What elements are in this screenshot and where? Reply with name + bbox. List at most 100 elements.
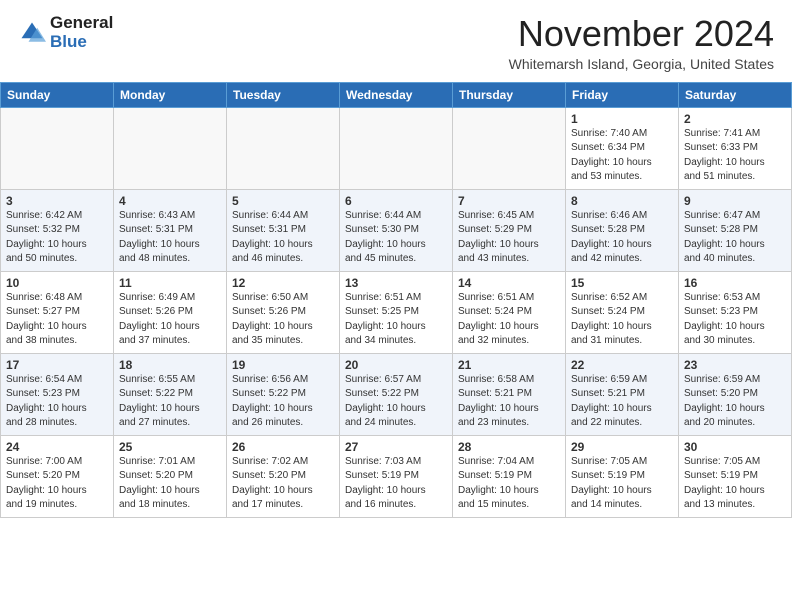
day-info: Sunrise: 6:54 AM Sunset: 5:23 PM Dayligh… (6, 373, 108, 431)
calendar-cell: 5Sunrise: 6:44 AM Sunset: 5:31 PM Daylig… (227, 189, 340, 271)
day-info: Sunrise: 7:02 AM Sunset: 5:20 PM Dayligh… (232, 455, 334, 513)
day-number: 23 (684, 358, 786, 372)
day-number: 20 (345, 358, 447, 372)
day-number: 10 (6, 276, 108, 290)
day-number: 27 (345, 440, 447, 454)
calendar-cell: 10Sunrise: 6:48 AM Sunset: 5:27 PM Dayli… (1, 271, 114, 353)
day-info: Sunrise: 6:48 AM Sunset: 5:27 PM Dayligh… (6, 291, 108, 349)
day-number: 28 (458, 440, 560, 454)
day-number: 15 (571, 276, 673, 290)
day-number: 21 (458, 358, 560, 372)
title-block: November 2024 Whitemarsh Island, Georgia… (509, 14, 774, 72)
day-number: 3 (6, 194, 108, 208)
day-number: 2 (684, 112, 786, 126)
weekday-header-thursday: Thursday (453, 82, 566, 107)
logo-general-text: General (50, 14, 113, 33)
weekday-header-tuesday: Tuesday (227, 82, 340, 107)
logo: General Blue (18, 14, 113, 51)
day-number: 19 (232, 358, 334, 372)
calendar-cell: 16Sunrise: 6:53 AM Sunset: 5:23 PM Dayli… (679, 271, 792, 353)
calendar-table: SundayMondayTuesdayWednesdayThursdayFrid… (0, 82, 792, 518)
day-info: Sunrise: 7:41 AM Sunset: 6:33 PM Dayligh… (684, 127, 786, 185)
day-info: Sunrise: 6:51 AM Sunset: 5:24 PM Dayligh… (458, 291, 560, 349)
day-info: Sunrise: 6:58 AM Sunset: 5:21 PM Dayligh… (458, 373, 560, 431)
calendar-week-row: 17Sunrise: 6:54 AM Sunset: 5:23 PM Dayli… (1, 353, 792, 435)
day-info: Sunrise: 6:46 AM Sunset: 5:28 PM Dayligh… (571, 209, 673, 267)
calendar-cell: 28Sunrise: 7:04 AM Sunset: 5:19 PM Dayli… (453, 435, 566, 517)
calendar-cell: 17Sunrise: 6:54 AM Sunset: 5:23 PM Dayli… (1, 353, 114, 435)
calendar-cell: 6Sunrise: 6:44 AM Sunset: 5:30 PM Daylig… (340, 189, 453, 271)
calendar-cell: 8Sunrise: 6:46 AM Sunset: 5:28 PM Daylig… (566, 189, 679, 271)
header: General Blue November 2024 Whitemarsh Is… (0, 0, 792, 78)
weekday-header-saturday: Saturday (679, 82, 792, 107)
calendar-cell: 24Sunrise: 7:00 AM Sunset: 5:20 PM Dayli… (1, 435, 114, 517)
day-info: Sunrise: 7:05 AM Sunset: 5:19 PM Dayligh… (571, 455, 673, 513)
day-number: 26 (232, 440, 334, 454)
calendar-cell (1, 107, 114, 189)
day-number: 30 (684, 440, 786, 454)
month-title: November 2024 (509, 14, 774, 54)
day-info: Sunrise: 6:59 AM Sunset: 5:20 PM Dayligh… (684, 373, 786, 431)
calendar-cell: 29Sunrise: 7:05 AM Sunset: 5:19 PM Dayli… (566, 435, 679, 517)
calendar-cell: 22Sunrise: 6:59 AM Sunset: 5:21 PM Dayli… (566, 353, 679, 435)
calendar-week-row: 24Sunrise: 7:00 AM Sunset: 5:20 PM Dayli… (1, 435, 792, 517)
calendar-cell: 13Sunrise: 6:51 AM Sunset: 5:25 PM Dayli… (340, 271, 453, 353)
day-number: 4 (119, 194, 221, 208)
day-number: 11 (119, 276, 221, 290)
calendar-cell: 15Sunrise: 6:52 AM Sunset: 5:24 PM Dayli… (566, 271, 679, 353)
day-number: 9 (684, 194, 786, 208)
calendar-cell: 23Sunrise: 6:59 AM Sunset: 5:20 PM Dayli… (679, 353, 792, 435)
day-info: Sunrise: 6:53 AM Sunset: 5:23 PM Dayligh… (684, 291, 786, 349)
day-info: Sunrise: 6:44 AM Sunset: 5:30 PM Dayligh… (345, 209, 447, 267)
day-number: 17 (6, 358, 108, 372)
day-number: 13 (345, 276, 447, 290)
day-number: 29 (571, 440, 673, 454)
calendar-page: General Blue November 2024 Whitemarsh Is… (0, 0, 792, 518)
day-info: Sunrise: 7:03 AM Sunset: 5:19 PM Dayligh… (345, 455, 447, 513)
calendar-cell: 9Sunrise: 6:47 AM Sunset: 5:28 PM Daylig… (679, 189, 792, 271)
day-info: Sunrise: 6:42 AM Sunset: 5:32 PM Dayligh… (6, 209, 108, 267)
calendar-cell: 21Sunrise: 6:58 AM Sunset: 5:21 PM Dayli… (453, 353, 566, 435)
calendar-week-row: 1Sunrise: 7:40 AM Sunset: 6:34 PM Daylig… (1, 107, 792, 189)
day-info: Sunrise: 7:04 AM Sunset: 5:19 PM Dayligh… (458, 455, 560, 513)
day-info: Sunrise: 6:47 AM Sunset: 5:28 PM Dayligh… (684, 209, 786, 267)
day-info: Sunrise: 7:00 AM Sunset: 5:20 PM Dayligh… (6, 455, 108, 513)
calendar-cell: 25Sunrise: 7:01 AM Sunset: 5:20 PM Dayli… (114, 435, 227, 517)
calendar-cell: 19Sunrise: 6:56 AM Sunset: 5:22 PM Dayli… (227, 353, 340, 435)
day-number: 6 (345, 194, 447, 208)
day-info: Sunrise: 6:45 AM Sunset: 5:29 PM Dayligh… (458, 209, 560, 267)
day-number: 12 (232, 276, 334, 290)
calendar-cell: 1Sunrise: 7:40 AM Sunset: 6:34 PM Daylig… (566, 107, 679, 189)
day-info: Sunrise: 6:50 AM Sunset: 5:26 PM Dayligh… (232, 291, 334, 349)
day-info: Sunrise: 6:57 AM Sunset: 5:22 PM Dayligh… (345, 373, 447, 431)
calendar-cell (114, 107, 227, 189)
calendar-week-row: 3Sunrise: 6:42 AM Sunset: 5:32 PM Daylig… (1, 189, 792, 271)
calendar-week-row: 10Sunrise: 6:48 AM Sunset: 5:27 PM Dayli… (1, 271, 792, 353)
day-info: Sunrise: 6:44 AM Sunset: 5:31 PM Dayligh… (232, 209, 334, 267)
calendar-cell (227, 107, 340, 189)
day-number: 5 (232, 194, 334, 208)
calendar-cell: 3Sunrise: 6:42 AM Sunset: 5:32 PM Daylig… (1, 189, 114, 271)
day-number: 24 (6, 440, 108, 454)
calendar-cell: 12Sunrise: 6:50 AM Sunset: 5:26 PM Dayli… (227, 271, 340, 353)
calendar-cell: 7Sunrise: 6:45 AM Sunset: 5:29 PM Daylig… (453, 189, 566, 271)
weekday-header-row: SundayMondayTuesdayWednesdayThursdayFrid… (1, 82, 792, 107)
day-info: Sunrise: 6:52 AM Sunset: 5:24 PM Dayligh… (571, 291, 673, 349)
calendar-cell: 11Sunrise: 6:49 AM Sunset: 5:26 PM Dayli… (114, 271, 227, 353)
day-number: 7 (458, 194, 560, 208)
day-info: Sunrise: 7:40 AM Sunset: 6:34 PM Dayligh… (571, 127, 673, 185)
day-info: Sunrise: 6:49 AM Sunset: 5:26 PM Dayligh… (119, 291, 221, 349)
calendar-cell: 27Sunrise: 7:03 AM Sunset: 5:19 PM Dayli… (340, 435, 453, 517)
calendar-cell: 14Sunrise: 6:51 AM Sunset: 5:24 PM Dayli… (453, 271, 566, 353)
weekday-header-friday: Friday (566, 82, 679, 107)
logo-icon (18, 19, 46, 47)
calendar-cell (453, 107, 566, 189)
weekday-header-wednesday: Wednesday (340, 82, 453, 107)
day-number: 25 (119, 440, 221, 454)
calendar-cell: 18Sunrise: 6:55 AM Sunset: 5:22 PM Dayli… (114, 353, 227, 435)
day-number: 22 (571, 358, 673, 372)
weekday-header-sunday: Sunday (1, 82, 114, 107)
day-info: Sunrise: 7:01 AM Sunset: 5:20 PM Dayligh… (119, 455, 221, 513)
logo-blue-text: Blue (50, 33, 113, 52)
day-info: Sunrise: 6:59 AM Sunset: 5:21 PM Dayligh… (571, 373, 673, 431)
